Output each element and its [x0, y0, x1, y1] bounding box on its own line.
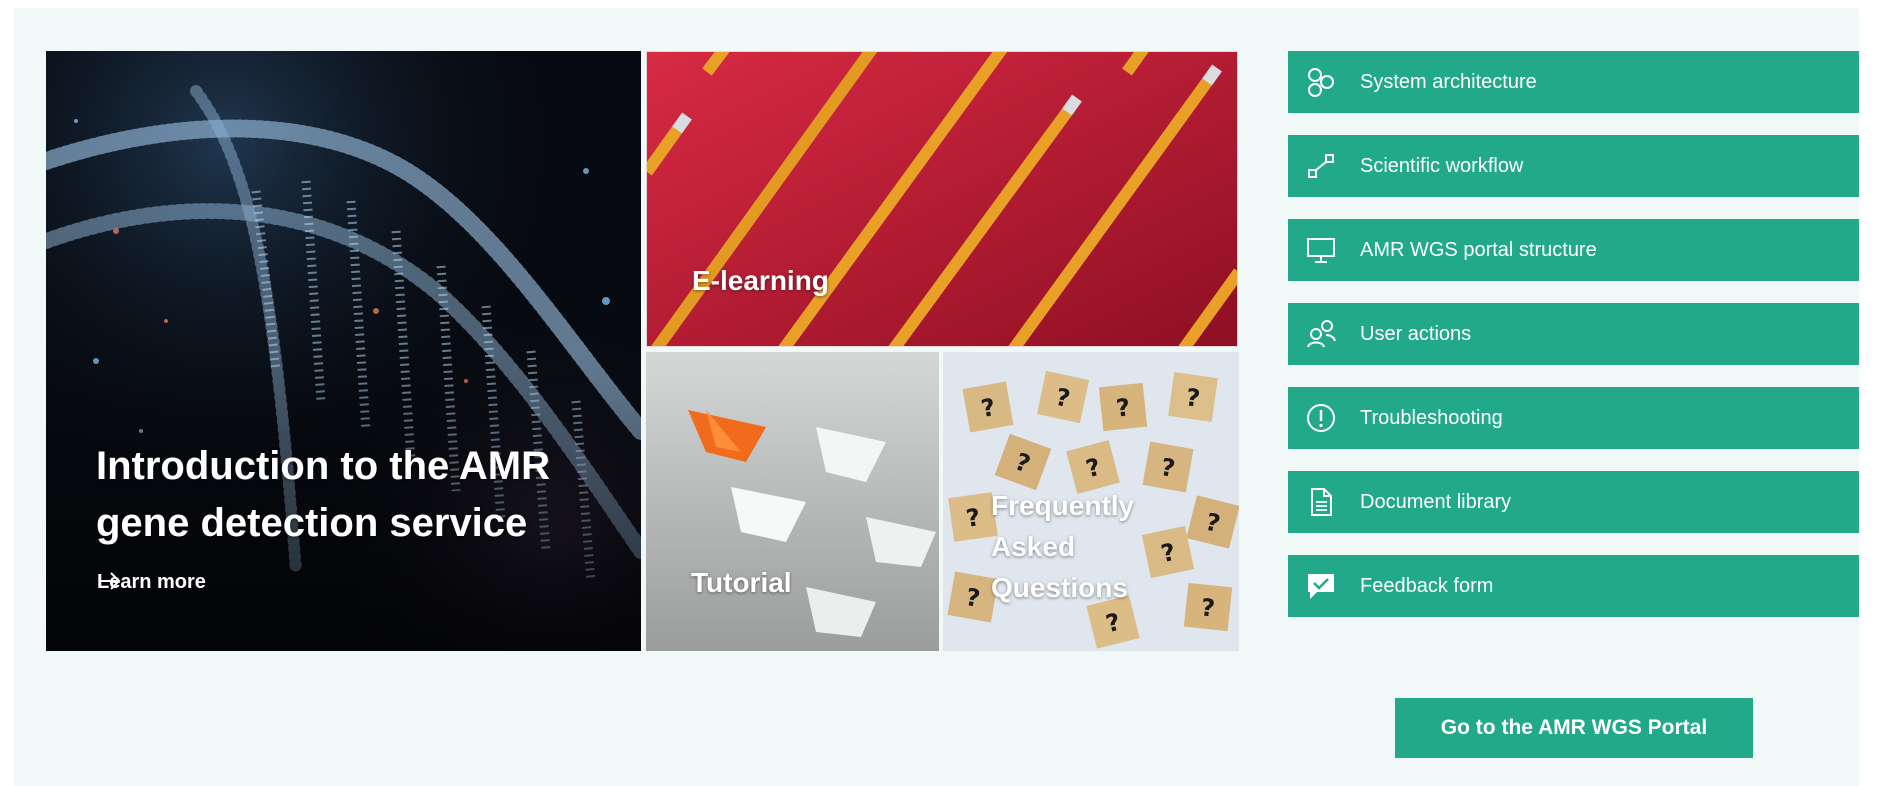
feedback-icon	[1304, 569, 1338, 603]
svg-text:?: ?	[1115, 393, 1132, 422]
users-icon	[1304, 317, 1338, 351]
link-portal-structure[interactable]: AMR WGS portal structure	[1288, 219, 1859, 281]
paper-boats-image	[646, 352, 939, 651]
hero-title: Introduction to the AMR gene detection s…	[96, 444, 550, 545]
go-to-portal-button[interactable]: Go to the AMR WGS Portal	[1395, 698, 1753, 758]
link-label: Scientific workflow	[1360, 154, 1524, 177]
hero-tile-introduction[interactable]: Introduction to the AMR gene detection s…	[46, 51, 641, 651]
workflow-icon	[1304, 149, 1338, 183]
link-label: AMR WGS portal structure	[1360, 238, 1597, 261]
pencils-image	[647, 52, 1237, 346]
monitor-icon	[1304, 233, 1338, 267]
link-label: Troubleshooting	[1360, 406, 1503, 429]
dna-helix-image	[46, 51, 641, 651]
svg-text:?: ?	[1200, 593, 1217, 622]
learn-more-link[interactable]: Learn more	[97, 571, 206, 594]
tile-elearning-title: E-learning	[692, 265, 829, 296]
tile-elearning[interactable]: E-learning	[646, 51, 1238, 347]
tile-faq[interactable]: ? ? ? ? ? ? ? ? ? ? ? ? ? Frequently Ask…	[943, 352, 1239, 651]
link-label: User actions	[1360, 322, 1472, 345]
link-document-library[interactable]: Document library	[1288, 471, 1859, 533]
link-feedback-form[interactable]: Feedback form	[1288, 555, 1859, 617]
tile-faq-title: Frequently Asked Questions	[991, 490, 1135, 603]
alert-circle-icon	[1304, 401, 1338, 435]
document-icon	[1304, 485, 1338, 519]
link-label: System architecture	[1360, 70, 1537, 93]
tile-tutorial[interactable]: Tutorial	[646, 352, 939, 651]
tile-tutorial-title: Tutorial	[691, 567, 792, 598]
link-scientific-workflow[interactable]: Scientific workflow	[1288, 135, 1859, 197]
link-troubleshooting[interactable]: Troubleshooting	[1288, 387, 1859, 449]
link-user-actions[interactable]: User actions	[1288, 303, 1859, 365]
arrow-right-icon	[99, 572, 121, 590]
system-architecture-icon	[1304, 65, 1338, 99]
link-system-architecture[interactable]: System architecture	[1288, 51, 1859, 113]
link-label: Feedback form	[1360, 574, 1494, 597]
link-label: Document library	[1360, 490, 1512, 513]
